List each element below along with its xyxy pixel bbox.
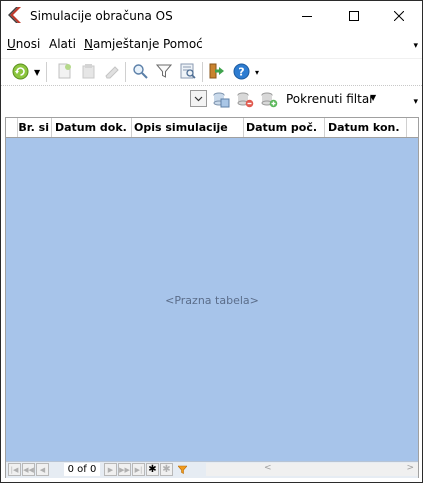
scroll-left-icon[interactable]: < — [264, 463, 272, 473]
new-document-icon[interactable] — [55, 62, 73, 80]
run-filter-button[interactable]: Pokrenuti filtar — [286, 92, 374, 106]
toolbar-separator — [46, 62, 47, 82]
title-bar: Simulacije obračuna OS — [1, 1, 422, 31]
horizontal-scrollbar[interactable]: < > — [206, 463, 418, 476]
main-window: Simulacije obračuna OS Unosi Alati Namje… — [0, 0, 423, 483]
menu-unosi-mnemonic: U — [7, 37, 16, 51]
svg-text:?: ? — [238, 65, 244, 78]
filter-record-icon[interactable] — [176, 463, 189, 476]
next-page-button[interactable]: ▶▶ — [118, 463, 131, 476]
menu-bar: Unosi Alati Namještanje Pomoć ▾ — [1, 33, 422, 55]
filterbar-overflow-icon[interactable]: ▾ — [413, 97, 418, 107]
help-icon[interactable]: ? — [232, 62, 250, 80]
window-title: Simulacije obračuna OS — [30, 9, 173, 23]
next-record-button[interactable]: ▶ — [104, 463, 117, 476]
toolbar-separator — [125, 62, 126, 82]
column-header-datum-kon[interactable]: Datum kon. — [325, 118, 407, 137]
column-header-datum-dok[interactable]: Datum dok. — [52, 118, 132, 137]
scroll-right-icon[interactable]: > — [406, 463, 414, 473]
filter-dropdown-button[interactable] — [190, 90, 207, 107]
previous-record-button[interactable]: ◀ — [36, 463, 49, 476]
menu-namjestanje-mnemonic: N — [84, 37, 93, 51]
delete-record-button[interactable]: ✱ — [160, 463, 173, 476]
database-remove-icon[interactable] — [236, 90, 254, 108]
menu-namjestanje[interactable]: Namještanje — [84, 37, 159, 51]
grid-header: Br. si Datum dok. Opis simulacije Datum … — [6, 118, 418, 138]
toolbar-overflow-icon[interactable]: ▾ — [255, 68, 259, 77]
search-icon[interactable] — [131, 62, 149, 80]
delete-icon[interactable] — [103, 62, 121, 80]
app-logo-icon — [7, 7, 23, 23]
exit-icon[interactable] — [208, 62, 226, 80]
menu-pomoc[interactable]: Pomoć — [163, 37, 203, 51]
menu-alati[interactable]: Alati — [49, 37, 76, 51]
minimize-button[interactable] — [284, 1, 330, 31]
column-header-opis-simulacije[interactable]: Opis simulacije — [132, 118, 244, 137]
record-navigator: |◀ ◀◀ ◀ 0 of 0 ▶ ▶▶ ▶| ✱ ✱ < > — [6, 461, 418, 478]
row-indicator-header — [6, 118, 18, 137]
last-record-button[interactable]: ▶| — [132, 463, 145, 476]
maximize-button[interactable] — [331, 1, 377, 31]
menu-unosi-rest: nosi — [15, 37, 41, 51]
filter-bar: Pokrenuti filtar ▼ ▾ — [1, 85, 422, 113]
refresh-dropdown-icon[interactable]: ▼ — [34, 68, 40, 77]
database-add-icon[interactable] — [260, 90, 278, 108]
toolbar-separator — [202, 62, 203, 82]
append-record-button[interactable]: ✱ — [146, 463, 159, 476]
column-header-br-si[interactable]: Br. si — [18, 118, 52, 137]
menu-namjestanje-rest: amještanje — [92, 37, 160, 51]
edit-document-icon[interactable] — [79, 62, 97, 80]
record-count: 0 of 0 — [64, 463, 100, 476]
menu-unosi[interactable]: Unosi — [7, 37, 40, 51]
data-grid[interactable]: Br. si Datum dok. Opis simulacije Datum … — [5, 117, 419, 478]
database-copy-icon[interactable] — [212, 90, 230, 108]
first-record-button[interactable]: |◀ — [8, 463, 21, 476]
column-header-datum-poc[interactable]: Datum poč. — [244, 118, 325, 137]
menu-overflow-icon[interactable]: ▾ — [413, 41, 418, 51]
empty-table-message: <Prazna tabela> — [165, 294, 259, 307]
previous-page-button[interactable]: ◀◀ — [22, 463, 35, 476]
filter-icon[interactable] — [155, 62, 173, 80]
find-in-list-icon[interactable] — [179, 62, 197, 80]
run-filter-dropdown-icon[interactable]: ▼ — [370, 93, 376, 102]
close-button[interactable] — [376, 1, 422, 31]
refresh-icon[interactable] — [11, 62, 29, 80]
main-toolbar: ▼ ? ▾ — [1, 58, 422, 85]
